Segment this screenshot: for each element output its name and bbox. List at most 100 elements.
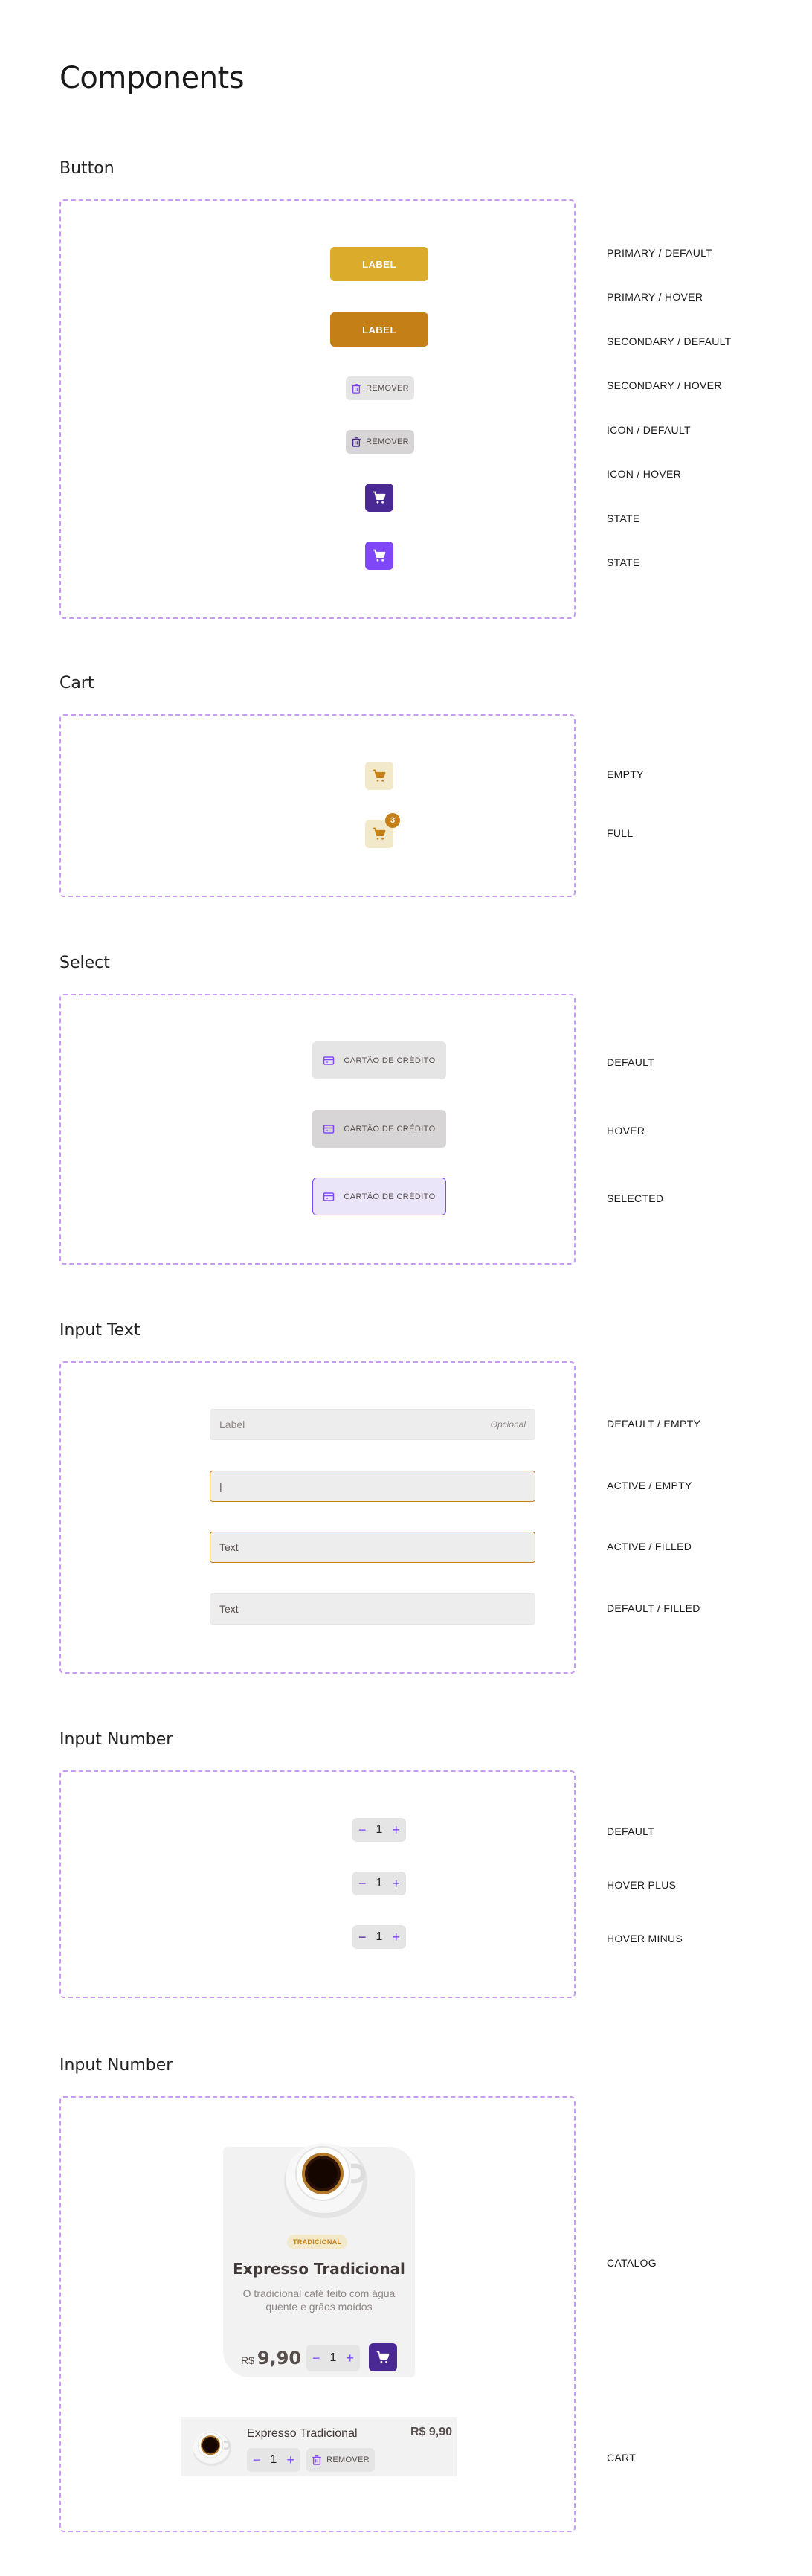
plus-button[interactable]: + <box>392 1877 400 1890</box>
quantity-stepper-default[interactable]: − 1 + <box>352 1818 406 1842</box>
plus-button[interactable]: + <box>286 2453 294 2468</box>
credit-card-icon <box>323 1191 335 1203</box>
plus-button[interactable]: + <box>346 2351 354 2366</box>
input-value: Text <box>219 1541 239 1553</box>
cart-count-badge: 3 <box>385 813 400 828</box>
input-value: Text <box>219 1603 239 1615</box>
variant-label: ICON / DEFAULT <box>607 424 691 436</box>
input-cursor: | <box>219 1480 222 1492</box>
text-input-active-empty[interactable]: | <box>210 1471 535 1502</box>
button-frame: LABEL LABEL REMOVER REMOVER <box>59 199 576 619</box>
price-currency: R$ <box>241 2354 254 2366</box>
input-placeholder: Label <box>219 1419 245 1430</box>
primary-button-default[interactable]: LABEL <box>330 247 428 281</box>
variant-label: SECONDARY / HOVER <box>607 379 722 391</box>
cart-item-row: Expresso Tradicional R$ 9,90 − 1 + REMOV… <box>181 2417 457 2476</box>
minus-button[interactable]: − <box>312 2351 320 2366</box>
coffee-cup-image <box>190 2426 232 2467</box>
variant-label: DEFAULT / EMPTY <box>607 1418 701 1430</box>
text-input-active-filled[interactable]: Text <box>210 1532 535 1563</box>
minus-button[interactable]: − <box>358 1823 367 1837</box>
trash-icon <box>351 383 361 394</box>
section-title-cart: Cart <box>59 674 94 693</box>
variant-label: STATE <box>607 556 640 568</box>
variant-label: ACTIVE / EMPTY <box>607 1480 692 1491</box>
remove-button[interactable]: REMOVER <box>306 2448 375 2472</box>
cart-button-empty[interactable] <box>365 762 393 790</box>
trash-icon <box>351 437 361 447</box>
minus-button[interactable]: − <box>253 2453 261 2468</box>
add-to-cart-button[interactable] <box>369 2343 397 2371</box>
input-optional-hint: Opcional <box>490 1419 526 1430</box>
quantity-value: 1 <box>376 1930 383 1943</box>
section-title-button: Button <box>59 159 115 178</box>
payment-option-label: CARTÃO DE CRÉDITO <box>344 1192 436 1201</box>
quantity-stepper-hover-minus[interactable]: − 1 + <box>352 1925 406 1949</box>
page-title: Components <box>59 61 245 95</box>
variant-label: DEFAULT <box>607 1056 655 1068</box>
credit-card-icon <box>323 1123 335 1135</box>
cart-button-full[interactable]: 3 <box>365 813 400 848</box>
input-number-frame: − 1 + − 1 + − 1 + <box>59 1770 576 1998</box>
section-title-product: Input Number <box>59 2056 173 2075</box>
variant-label: DEFAULT / FILLED <box>607 1602 700 1614</box>
quantity-value: 1 <box>376 1877 383 1889</box>
trash-icon <box>312 2455 322 2465</box>
variant-label: DEFAULT <box>607 1825 655 1837</box>
quantity-stepper-hover-plus[interactable]: − 1 + <box>352 1872 406 1895</box>
cart-item-name: Expresso Tradicional <box>247 2427 358 2440</box>
product-tag: TRADICIONAL <box>287 2235 348 2249</box>
remove-button-hover[interactable]: REMOVER <box>346 430 414 454</box>
select-frame: CARTÃO DE CRÉDITO CARTÃO DE CRÉDITO CART… <box>59 994 576 1265</box>
section-title-input-number: Input Number <box>59 1730 173 1749</box>
plus-button[interactable]: + <box>392 1823 400 1837</box>
payment-option-default[interactable]: CARTÃO DE CRÉDITO <box>312 1041 446 1079</box>
quantity-value: 1 <box>376 1823 383 1836</box>
payment-option-label: CARTÃO DE CRÉDITO <box>344 1056 436 1065</box>
minus-button[interactable]: − <box>358 1877 367 1890</box>
cart-icon <box>372 490 387 505</box>
payment-option-label: CARTÃO DE CRÉDITO <box>344 1124 436 1134</box>
cart-icon <box>372 548 387 563</box>
variant-label: ICON / HOVER <box>607 468 682 480</box>
variant-label: ACTIVE / FILLED <box>607 1541 692 1552</box>
variant-label: HOVER PLUS <box>607 1879 677 1891</box>
remove-button-default[interactable]: REMOVER <box>346 376 414 400</box>
product-name: Expresso Tradicional <box>233 2260 405 2278</box>
product-price: R$ 9,90 <box>241 2348 301 2368</box>
variant-label: PRIMARY / HOVER <box>607 291 703 303</box>
quantity-stepper[interactable]: − 1 + <box>247 2448 300 2472</box>
product-description: O tradicional café feito com água quente… <box>242 2287 396 2313</box>
cart-icon-button-default[interactable] <box>365 484 393 512</box>
cart-icon-button-hover[interactable] <box>365 542 393 570</box>
remove-label: REMOVER <box>326 2455 370 2464</box>
section-title-input-text: Input Text <box>59 1321 141 1340</box>
cart-frame: 3 <box>59 714 576 897</box>
variant-label: HOVER <box>607 1125 645 1137</box>
quantity-value: 1 <box>270 2453 277 2466</box>
minus-button[interactable]: − <box>358 1930 367 1944</box>
cart-item-price: R$ 9,90 <box>410 2426 452 2438</box>
text-input-default-empty[interactable]: Label Opcional <box>210 1409 535 1440</box>
text-input-default-filled[interactable]: Text <box>210 1593 535 1625</box>
variant-label: CATALOG <box>607 2257 657 2269</box>
quantity-stepper[interactable]: − 1 + <box>306 2345 360 2371</box>
coffee-cup-image <box>280 2132 369 2221</box>
remove-label: REMOVER <box>366 437 409 446</box>
cart-icon <box>376 2350 390 2365</box>
variant-label: EMPTY <box>607 768 644 780</box>
section-title-select: Select <box>59 954 110 972</box>
primary-button-hover[interactable]: LABEL <box>330 312 428 347</box>
plus-button[interactable]: + <box>392 1930 400 1944</box>
input-text-frame: Label Opcional | Text Text <box>59 1361 576 1674</box>
variant-label: PRIMARY / DEFAULT <box>607 247 713 259</box>
remove-label: REMOVER <box>366 384 409 393</box>
variant-label: HOVER MINUS <box>607 1933 683 1944</box>
quantity-value: 1 <box>329 2351 337 2364</box>
credit-card-icon <box>323 1055 335 1067</box>
variant-label: FULL <box>607 827 634 839</box>
cart-icon <box>372 768 387 783</box>
payment-option-selected[interactable]: CARTÃO DE CRÉDITO <box>312 1178 446 1215</box>
payment-option-hover[interactable]: CARTÃO DE CRÉDITO <box>312 1110 446 1148</box>
variant-label: SECONDARY / DEFAULT <box>607 335 732 347</box>
